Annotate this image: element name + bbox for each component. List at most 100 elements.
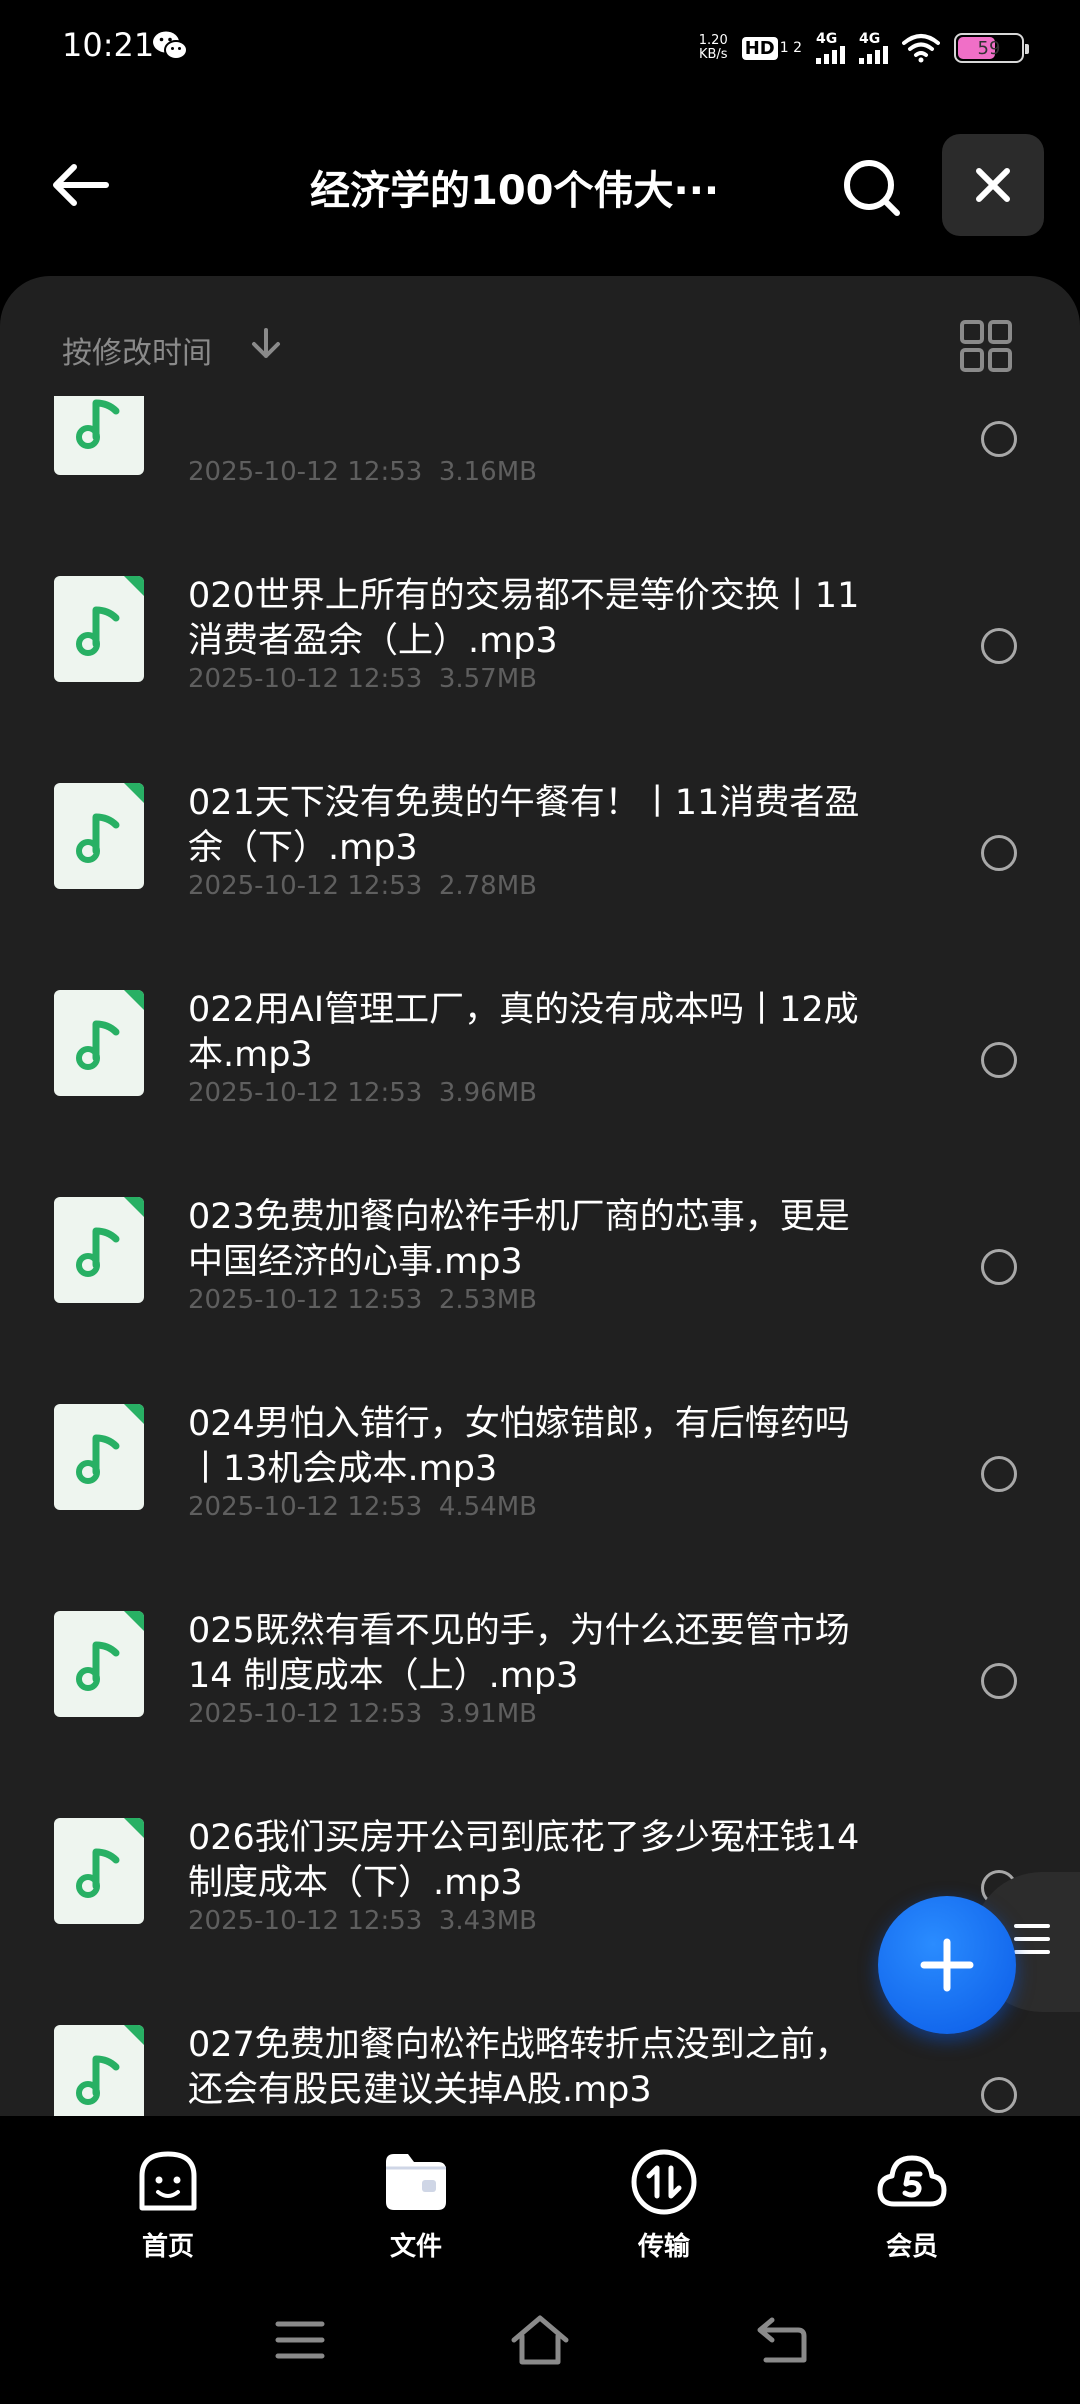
screen: 10:21 1.20 KB/s HD 1 2 4G 4G 59 经济学的100个… — [0, 0, 1080, 2404]
search-icon — [844, 160, 900, 216]
signal-icon-1: 4G — [816, 32, 845, 64]
back-button[interactable] — [40, 150, 120, 220]
network-speed: 1.20 KB/s — [699, 34, 728, 62]
signal-bars-icon — [859, 46, 888, 64]
audio-file-icon — [54, 2025, 144, 2116]
signal-icon-2: 4G — [859, 32, 888, 64]
music-note-icon — [76, 606, 120, 656]
menu-lines-icon — [1014, 1924, 1050, 1963]
transfer-icon — [631, 2149, 697, 2215]
nav-member[interactable]: 会员 — [832, 2146, 992, 2276]
sort-by-modified-button[interactable]: 按修改时间 — [62, 328, 212, 372]
file-select-radio[interactable] — [981, 1456, 1017, 1492]
file-select-radio[interactable] — [981, 2077, 1017, 2113]
arrow-down-icon[interactable] — [248, 326, 284, 362]
file-name: 025既然有看不见的手，为什么还要管市场14 制度成本（上）.mp3 — [188, 1611, 850, 1696]
file-name: 026我们买房开公司到底花了多少冤枉钱14 制度成本（下）.mp3 — [188, 1818, 860, 1903]
signal-1-label: 4G — [816, 31, 838, 47]
file-corner-fold — [124, 1818, 144, 1838]
file-item[interactable]: 2025-10-12 12:53 3.16MB — [0, 396, 1080, 514]
file-select-radio[interactable] — [981, 1042, 1017, 1078]
nav-transfer-label: 传输 — [637, 2232, 690, 2262]
file-item[interactable]: 024男怕入错行，女怕嫁错郎，有后悔药吗丨13机会成本.mp3 2025-10-1… — [0, 1342, 1080, 1549]
file-item[interactable]: 023免费加餐向松祚手机厂商的芯事，更是中国经济的心事.mp3 2025-10-1… — [0, 1135, 1080, 1342]
battery-level: 59 — [977, 37, 1001, 59]
hd-sub: 1 2 — [779, 40, 802, 56]
audio-file-icon — [54, 1197, 144, 1303]
home-icon[interactable] — [510, 2310, 570, 2370]
hd-label: HD — [741, 36, 778, 60]
bottom-nav: 首页 文件 传输 会员 — [0, 2116, 1080, 2286]
grid-view-icon[interactable] — [958, 318, 1014, 374]
music-note-icon — [76, 1434, 120, 1484]
file-corner-fold — [124, 1197, 144, 1217]
nav-home-label: 首页 — [141, 2232, 194, 2262]
audio-file-icon — [54, 990, 144, 1096]
cloud-member-icon — [877, 2155, 947, 2207]
music-note-icon — [76, 1848, 120, 1898]
file-corner-fold — [124, 2025, 144, 2045]
file-corner-fold — [124, 1404, 144, 1424]
recent-apps-icon[interactable] — [270, 2310, 330, 2370]
sort-bar: 按修改时间 — [0, 276, 1080, 396]
top-bar: 经济学的100个伟大··· — [0, 130, 1080, 240]
music-note-icon — [76, 2055, 120, 2105]
status-bar: 10:21 1.20 KB/s HD 1 2 4G 4G 59 — [0, 0, 1080, 96]
signal-2-label: 4G — [859, 31, 881, 47]
audio-file-icon — [54, 783, 144, 889]
file-list: 2025-10-12 12:53 3.16MB 020世界上所有的交易都不是等价交… — [0, 396, 1080, 2116]
nav-transfer[interactable]: 传输 — [584, 2146, 744, 2276]
file-item[interactable]: 022用AI管理工厂，真的没有成本吗丨12成本.mp3 2025-10-12 12… — [0, 928, 1080, 1135]
file-meta: 2025-10-12 12:53 3.43MB — [188, 1906, 537, 1936]
file-meta: 2025-10-12 12:53 3.16MB — [188, 457, 537, 487]
wechat-icon — [153, 31, 188, 60]
file-name: 022用AI管理工厂，真的没有成本吗丨12成本.mp3 — [188, 990, 859, 1075]
plus-icon — [920, 1938, 974, 1992]
page-title: 经济学的100个伟大··· — [310, 168, 720, 214]
wifi-icon — [902, 34, 940, 63]
file-name: 027免费加餐向松祚战略转折点没到之前，还会有股民建议关掉A股.mp3 — [188, 2025, 850, 2110]
file-meta: 2025-10-12 12:53 2.53MB — [188, 1285, 537, 1315]
audio-file-icon — [54, 1404, 144, 1510]
file-item[interactable]: 020世界上所有的交易都不是等价交换丨11消费者盈余（上）.mp3 2025-10… — [0, 514, 1080, 721]
battery-cap — [1025, 44, 1029, 54]
file-name: 024男怕入错行，女怕嫁错郎，有后悔药吗丨13机会成本.mp3 — [188, 1404, 850, 1489]
search-button[interactable] — [834, 150, 910, 226]
nav-member-label: 会员 — [885, 2232, 938, 2262]
add-button[interactable] — [878, 1896, 1016, 2034]
net-speed-value: 1.20 — [698, 33, 728, 48]
audio-file-icon — [54, 396, 144, 475]
battery-icon: 59 — [954, 33, 1029, 63]
file-item[interactable]: 021天下没有免费的午餐有！丨11消费者盈余（下）.mp3 2025-10-12 … — [0, 721, 1080, 928]
music-note-icon — [76, 1641, 120, 1691]
file-meta: 2025-10-12 12:53 3.91MB — [188, 1699, 537, 1729]
nav-files[interactable]: 文件 — [336, 2146, 496, 2276]
home-face-icon — [139, 2151, 197, 2211]
nav-files-label: 文件 — [389, 2232, 442, 2262]
file-item[interactable]: 025既然有看不见的手，为什么还要管市场14 制度成本（上）.mp3 2025-1… — [0, 1549, 1080, 1756]
arrow-left-icon — [53, 164, 109, 206]
folder-icon — [386, 2154, 446, 2210]
file-select-radio[interactable] — [981, 835, 1017, 871]
file-corner-fold — [124, 783, 144, 803]
nav-home[interactable]: 首页 — [88, 2146, 248, 2276]
file-select-radio[interactable] — [981, 628, 1017, 664]
file-meta: 2025-10-12 12:53 3.96MB — [188, 1078, 537, 1108]
signal-bars-icon — [816, 46, 845, 64]
audio-file-icon — [54, 576, 144, 682]
status-time: 10:21 — [62, 26, 155, 64]
music-note-icon — [76, 813, 120, 863]
file-select-radio[interactable] — [981, 421, 1017, 457]
file-meta: 2025-10-12 12:53 4.54MB — [188, 1492, 537, 1522]
file-select-radio[interactable] — [981, 1663, 1017, 1699]
close-button[interactable] — [942, 134, 1044, 236]
file-name: 020世界上所有的交易都不是等价交换丨11消费者盈余（上）.mp3 — [188, 576, 860, 661]
back-nav-icon[interactable] — [752, 2310, 812, 2370]
system-nav — [0, 2286, 1080, 2404]
audio-file-icon — [54, 1818, 144, 1924]
file-name: 023免费加餐向松祚手机厂商的芯事，更是中国经济的心事.mp3 — [188, 1197, 850, 1282]
music-note-icon — [76, 1020, 120, 1070]
file-select-radio[interactable] — [981, 1249, 1017, 1285]
file-name: 021天下没有免费的午餐有！丨11消费者盈余（下）.mp3 — [188, 783, 860, 868]
file-corner-fold — [124, 1611, 144, 1631]
